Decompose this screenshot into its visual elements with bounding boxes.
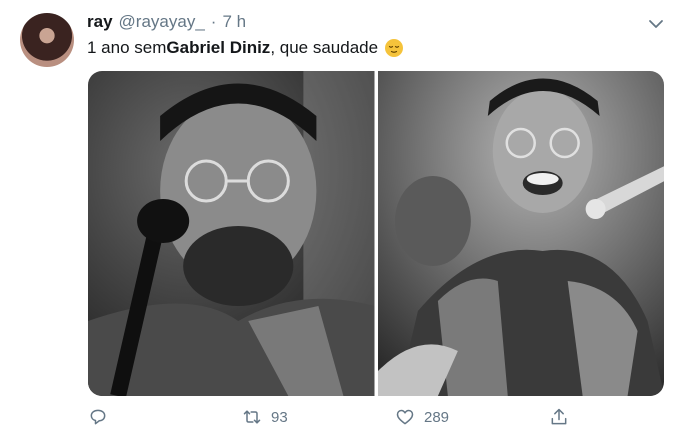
reply-button[interactable] xyxy=(88,407,117,427)
photo-man-laughing-on-stage xyxy=(377,71,664,396)
share-button[interactable] xyxy=(549,407,569,427)
like-button[interactable]: 289 xyxy=(395,407,449,427)
author-name[interactable]: ray xyxy=(87,12,113,32)
media-photo-right[interactable] xyxy=(377,71,664,396)
tweet-text: 1 ano sem Gabriel Diniz , que saudade xyxy=(87,38,404,58)
tweet-card[interactable]: ray @rayayay_ · 7 h 1 ano sem Gabriel Di… xyxy=(0,0,680,436)
media-photo-left[interactable] xyxy=(88,71,375,396)
share-icon xyxy=(551,408,567,425)
tweet-text-bold: Gabriel Diniz xyxy=(166,38,271,57)
author-handle[interactable]: @rayayay_ xyxy=(119,12,205,32)
chevron-down-icon[interactable] xyxy=(646,16,666,32)
retweet-button[interactable]: 93 xyxy=(242,407,288,427)
like-count: 289 xyxy=(424,408,450,426)
photo-man-with-glasses-microphone xyxy=(88,71,375,396)
avatar[interactable] xyxy=(20,13,74,67)
separator-dot: · xyxy=(210,12,217,31)
tweet-text-after: , que saudade xyxy=(270,38,379,57)
reply-icon xyxy=(90,409,106,425)
retweet-icon xyxy=(243,410,261,424)
heart-icon xyxy=(396,409,414,425)
relieved-face-icon xyxy=(385,39,404,57)
tweet-actions: 93 289 xyxy=(88,405,664,431)
timestamp[interactable]: 7 h xyxy=(222,12,246,32)
tweet-text-before: 1 ano sem xyxy=(87,38,167,57)
tweet-media xyxy=(88,71,664,396)
retweet-count: 93 xyxy=(271,408,288,426)
tweet-header: ray @rayayay_ · 7 h xyxy=(87,12,246,34)
